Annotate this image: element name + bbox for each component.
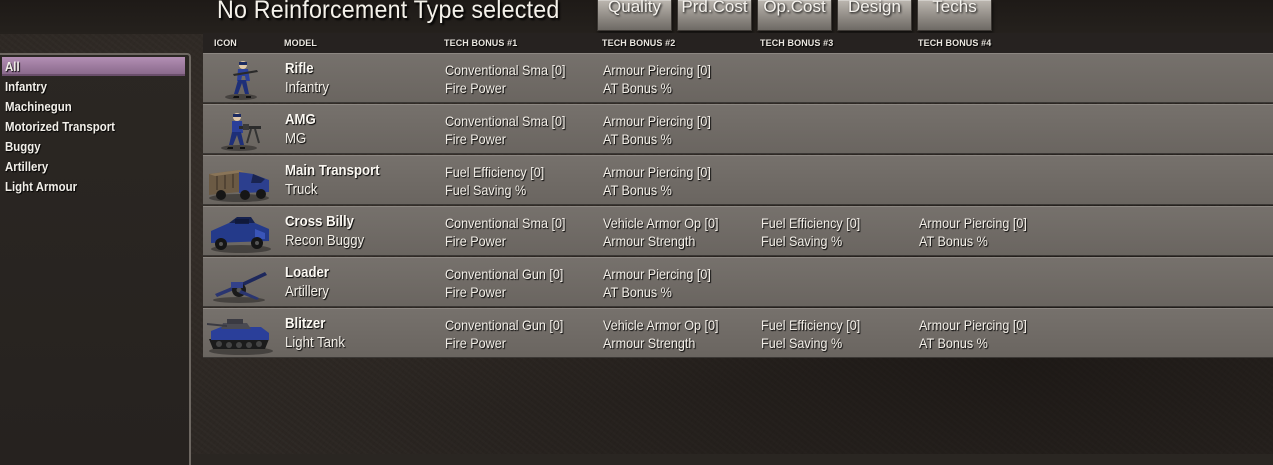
tech3-effect: Fuel Saving %	[761, 335, 843, 351]
tech2-name: Vehicle Armor Op [0]	[603, 215, 719, 231]
unit-name: Main Transport	[285, 162, 380, 179]
col-tech3-header[interactable]: TECH BONUS #3	[760, 38, 833, 48]
sidebar-item-label: All	[5, 59, 20, 74]
sidebar-item-infantry[interactable]: Infantry	[2, 77, 185, 96]
tech1-effect: Fire Power	[445, 284, 506, 300]
col-tech2-header[interactable]: TECH BONUS #2	[602, 38, 675, 48]
sidebar-item-machinegun[interactable]: Machinegun	[2, 97, 185, 116]
unit-row-cross-billy[interactable]: Cross Billy Recon Buggy Conventional Sma…	[203, 206, 1273, 256]
sidebar-item-artillery[interactable]: Artillery	[2, 157, 185, 176]
buggy-icon	[205, 209, 275, 255]
tech4-name: Armour Piercing [0]	[919, 317, 1027, 333]
unit-type: Recon Buggy	[285, 232, 365, 249]
col-model-header[interactable]: MODEL	[284, 38, 317, 48]
tech2-name: Armour Piercing [0]	[603, 113, 711, 129]
sort-techs-label: Techs	[932, 0, 977, 16]
sidebar-item-label: Buggy	[5, 139, 41, 154]
tech4-name: Armour Piercing [0]	[919, 215, 1027, 231]
sort-design-button[interactable]: Design	[837, 0, 912, 31]
unit-name: Blitzer	[285, 315, 326, 332]
unit-type: Truck	[285, 181, 318, 198]
unit-name: Loader	[285, 264, 330, 281]
unit-type: MG	[285, 130, 307, 147]
tech3-effect: Fuel Saving %	[761, 233, 843, 249]
tech4-effect: AT Bonus %	[919, 335, 988, 351]
sort-op-cost-label: Op.Cost	[763, 0, 826, 16]
sort-quality-button[interactable]: Quality	[597, 0, 672, 31]
sidebar-item-label: Machinegun	[5, 99, 72, 114]
unit-type: Infantry	[285, 79, 330, 96]
tech2-effect: AT Bonus %	[603, 182, 672, 198]
tech2-effect: Armour Strength	[603, 335, 696, 351]
sort-prd-cost-label: Prd.Cost	[681, 0, 748, 16]
tech1-name: Conventional Sma [0]	[445, 215, 566, 231]
tech1-effect: Fuel Saving %	[445, 182, 527, 198]
unit-table: Rifle Infantry Conventional Sma [0] Fire…	[203, 53, 1273, 359]
tech2-effect: AT Bonus %	[603, 131, 672, 147]
sidebar-item-label: Light Armour	[5, 179, 78, 194]
unit-name: Cross Billy	[285, 213, 354, 230]
tech2-name: Armour Piercing [0]	[603, 164, 711, 180]
sort-prd-cost-button[interactable]: Prd.Cost	[677, 0, 752, 31]
col-icon-header[interactable]: ICON	[214, 38, 237, 48]
tech4-effect: AT Bonus %	[919, 233, 988, 249]
sort-quality-label: Quality	[608, 0, 661, 16]
tech2-name: Armour Piercing [0]	[603, 266, 711, 282]
tech3-name: Fuel Efficiency [0]	[761, 215, 861, 231]
unit-type: Artillery	[285, 283, 330, 300]
sidebar-item-all[interactable]: All	[2, 57, 185, 76]
tech2-effect: AT Bonus %	[603, 80, 672, 96]
tech1-effect: Fire Power	[445, 335, 506, 351]
unit-row-amg[interactable]: AMG MG Conventional Sma [0] Fire Power A…	[203, 104, 1273, 154]
tech3-name: Fuel Efficiency [0]	[761, 317, 861, 333]
col-tech1-header[interactable]: TECH BONUS #1	[444, 38, 517, 48]
tank-icon	[205, 311, 275, 357]
tech1-effect: Fire Power	[445, 131, 506, 147]
tech1-name: Conventional Sma [0]	[445, 62, 566, 78]
tech1-name: Fuel Efficiency [0]	[445, 164, 545, 180]
tech1-name: Conventional Gun [0]	[445, 266, 564, 282]
column-header-bar: ICON MODEL TECH BONUS #1 TECH BONUS #2 T…	[203, 33, 1273, 53]
tech2-effect: Armour Strength	[603, 233, 696, 249]
truck-icon	[205, 158, 275, 204]
tech2-name: Armour Piercing [0]	[603, 62, 711, 78]
unit-row-loader[interactable]: Loader Artillery Conventional Gun [0] Fi…	[203, 257, 1273, 307]
unit-row-blitzer[interactable]: Blitzer Light Tank Conventional Gun [0] …	[203, 308, 1273, 358]
tech1-effect: Fire Power	[445, 80, 506, 96]
sort-design-label: Design	[848, 0, 901, 16]
tech2-effect: AT Bonus %	[603, 284, 672, 300]
sidebar-item-label: Infantry	[5, 79, 47, 94]
page-title: No Reinforcement Type selected	[217, 0, 560, 24]
sidebar-item-label: Artillery	[5, 159, 49, 174]
artillery-icon	[205, 260, 275, 306]
tech2-name: Vehicle Armor Op [0]	[603, 317, 719, 333]
tech1-effect: Fire Power	[445, 233, 506, 249]
category-sidebar: All Infantry Machinegun Motorized Transp…	[0, 53, 191, 465]
tech1-name: Conventional Gun [0]	[445, 317, 564, 333]
unit-type: Light Tank	[285, 334, 345, 351]
sort-techs-button[interactable]: Techs	[917, 0, 992, 31]
machinegunner-icon	[205, 107, 275, 153]
sidebar-item-light-armour[interactable]: Light Armour	[2, 177, 185, 196]
tech1-name: Conventional Sma [0]	[445, 113, 566, 129]
unit-name: AMG	[285, 111, 316, 128]
sidebar-item-buggy[interactable]: Buggy	[2, 137, 185, 156]
col-tech4-header[interactable]: TECH BONUS #4	[918, 38, 991, 48]
unit-row-rifle[interactable]: Rifle Infantry Conventional Sma [0] Fire…	[203, 53, 1273, 103]
unit-name: Rifle	[285, 60, 314, 77]
rifleman-icon	[205, 56, 275, 102]
sidebar-item-label: Motorized Transport	[5, 119, 115, 134]
sidebar-item-motorized-transport[interactable]: Motorized Transport	[2, 117, 185, 136]
unit-row-main-transport[interactable]: Main Transport Truck Fuel Efficiency [0]…	[203, 155, 1273, 205]
sort-op-cost-button[interactable]: Op.Cost	[757, 0, 832, 31]
